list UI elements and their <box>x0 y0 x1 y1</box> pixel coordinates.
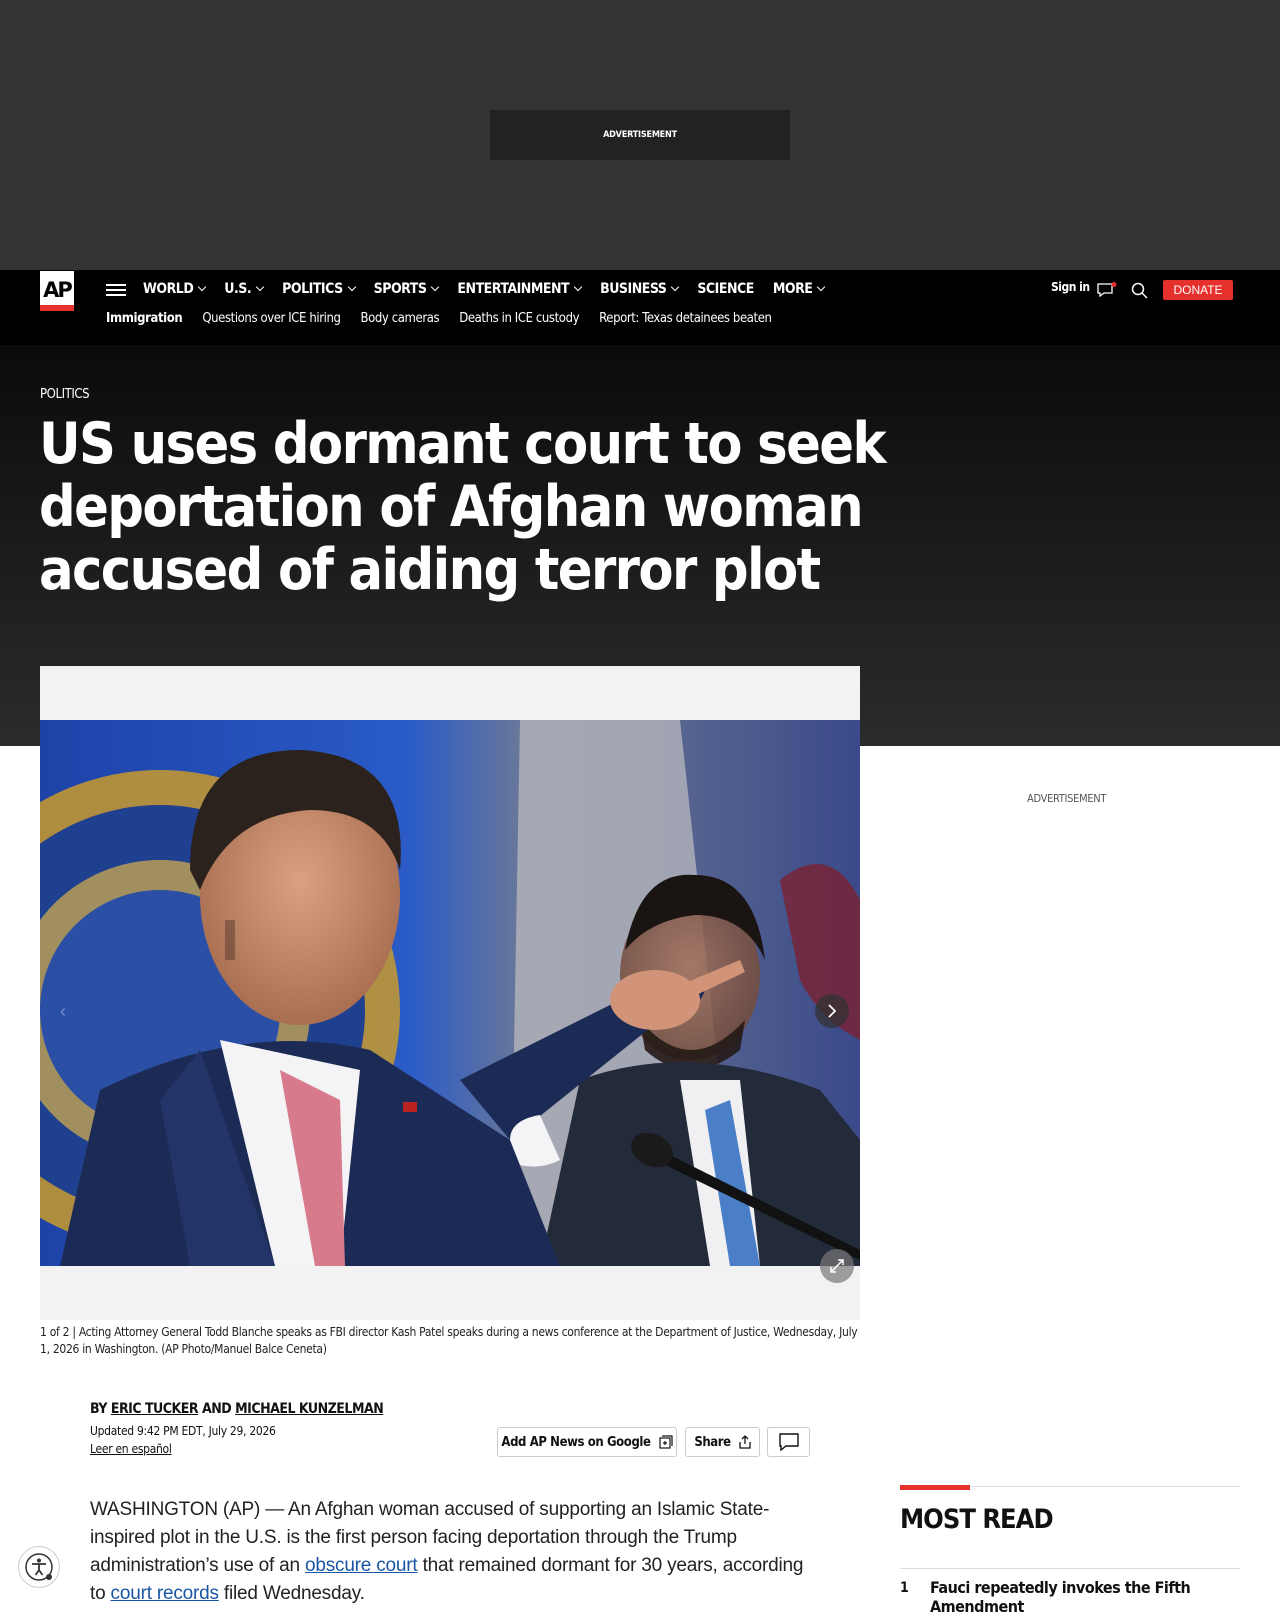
chevron-down-icon <box>347 282 356 292</box>
accessibility-button[interactable] <box>18 1546 60 1588</box>
sign-in-link[interactable]: Sign in <box>1051 280 1090 294</box>
accessibility-icon <box>25 1553 53 1581</box>
menu-icon[interactable] <box>106 284 126 298</box>
nav-item-label: MORE <box>772 281 813 297</box>
gallery-photo[interactable] <box>40 720 860 1266</box>
donate-button[interactable]: DONATE <box>1163 280 1233 300</box>
chevron-right-icon <box>828 1004 837 1018</box>
author-link[interactable]: ERIC TUCKER <box>111 1401 199 1417</box>
most-read-rank: 1 <box>900 1580 909 1596</box>
comment-icon <box>778 1433 799 1451</box>
nav-item-more[interactable]: MORE <box>772 278 826 300</box>
spanish-version-link[interactable]: Leer en español <box>90 1442 172 1456</box>
nav-item-label: POLITICS <box>282 281 343 297</box>
nav-item-label: SCIENCE <box>697 281 754 297</box>
photo-gallery: ‹ <box>40 666 860 1320</box>
photo-caption: 1 of 2 | Acting Attorney General Todd Bl… <box>40 1324 870 1358</box>
byline: BY ERIC TUCKER AND MICHAEL KUNZELMAN <box>90 1401 384 1417</box>
gallery-counter: 1 of 2 <box>40 1325 70 1339</box>
comments-icon[interactable] <box>1097 282 1117 298</box>
add-source-icon <box>658 1435 673 1449</box>
ap-logo[interactable]: AP <box>40 271 74 311</box>
chevron-down-icon <box>671 282 680 292</box>
svg-text:AP: AP <box>43 278 72 302</box>
nav-item-label: U.S. <box>224 281 252 297</box>
sub-nav-item[interactable]: Immigration <box>106 311 183 326</box>
author-link[interactable]: MICHAEL KUNZELMAN <box>235 1401 384 1417</box>
obscure-court-link[interactable]: obscure court <box>305 1555 418 1576</box>
court-records-link[interactable]: court records <box>111 1583 219 1604</box>
body-text-3: filed Wednesday. <box>218 1583 365 1604</box>
share-icon <box>739 1435 751 1449</box>
nav-item-sports[interactable]: SPORTS <box>373 278 440 300</box>
chevron-down-icon <box>573 282 583 292</box>
nav-item-business[interactable]: BUSINESS <box>600 278 680 300</box>
comments-button[interactable] <box>767 1427 810 1457</box>
byline-conjunction: AND <box>201 1401 232 1417</box>
caption-text: Acting Attorney General Todd Blanche spe… <box>40 1325 858 1356</box>
byline-prefix: BY <box>90 1401 107 1417</box>
article-body-paragraph: WASHINGTON (AP) — An Afghan woman accuse… <box>90 1496 820 1608</box>
chevron-down-icon <box>198 282 207 292</box>
rail-ad-label: ADVERTISEMENT <box>1027 792 1107 805</box>
add-ap-google-button[interactable]: Add AP News on Google <box>497 1427 677 1457</box>
section-label[interactable]: POLITICS <box>40 387 90 402</box>
most-read-accent-bar <box>900 1485 970 1490</box>
divider <box>900 1568 1240 1569</box>
chevron-down-icon <box>431 282 440 292</box>
chevron-down-icon <box>817 282 826 292</box>
nav-item-politics[interactable]: POLITICS <box>282 278 356 300</box>
top-ad-label: ADVERTISEMENT <box>490 110 790 160</box>
main-nav: AP WORLD U.S. POLITICS SPORTS ENTERTAINMENT B… <box>0 270 1280 345</box>
share-label: Share <box>694 1434 731 1450</box>
nav-item-label: BUSINESS <box>600 281 667 297</box>
search-icon[interactable] <box>1131 282 1148 299</box>
nav-item-science[interactable]: SCIENCE <box>697 278 754 300</box>
nav-item-world[interactable]: WORLD <box>143 278 207 300</box>
nav-item-label: SPORTS <box>373 281 427 297</box>
chevron-down-icon <box>255 282 265 292</box>
previous-photo-icon[interactable]: ‹ <box>60 1001 66 1022</box>
top-ad-banner: ADVERTISEMENT <box>0 0 1280 270</box>
caption-separator: | <box>69 1325 79 1339</box>
next-photo-button[interactable] <box>815 994 849 1028</box>
nav-item-u-s[interactable]: U.S. <box>224 278 265 300</box>
share-button[interactable]: Share <box>685 1427 760 1457</box>
sub-nav-item[interactable]: Deaths in ICE custody <box>459 311 579 326</box>
nav-item-entertainment[interactable]: ENTERTAINMENT <box>457 278 583 300</box>
secondary-nav-items: Immigration Questions over ICE hiring Body… <box>106 311 792 326</box>
sub-nav-item[interactable]: Report: Texas detainees beaten <box>599 311 772 326</box>
page-title: US uses dormant court to seek deportatio… <box>39 411 887 603</box>
sub-nav-item[interactable]: Body cameras <box>361 311 440 326</box>
nav-item-label: WORLD <box>143 281 194 297</box>
most-read-heading: MOST READ <box>900 1504 1054 1535</box>
add-ap-google-label: Add AP News on Google <box>501 1434 651 1450</box>
updated-timestamp: Updated 9:42 PM EDT, July 29, 2026 <box>90 1424 276 1438</box>
expand-photo-button[interactable] <box>820 1249 854 1283</box>
most-read-item[interactable]: Fauci repeatedly invokes the Fifth Amend… <box>930 1578 1240 1616</box>
primary-nav-items: WORLD U.S. POLITICS SPORTS ENTERTAINMENT BUSI… <box>143 278 843 300</box>
nav-item-label: ENTERTAINMENT <box>457 281 570 297</box>
sub-nav-item[interactable]: Questions over ICE hiring <box>202 311 341 326</box>
expand-icon <box>830 1259 844 1273</box>
